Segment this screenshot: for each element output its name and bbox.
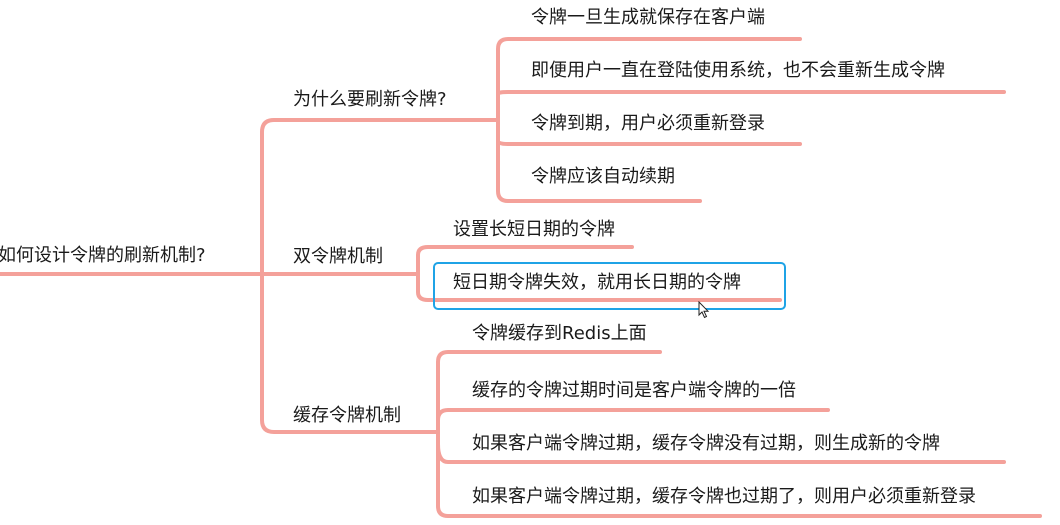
root-node[interactable]: 如何设计令牌的刷新机制? [0, 244, 206, 268]
leaf-long-short-token[interactable]: 设置长短日期的令牌 [453, 218, 615, 242]
leaf-cache-double-ttl[interactable]: 缓存的令牌过期时间是客户端令牌的一倍 [472, 379, 796, 403]
leaf-no-regenerate[interactable]: 即便用户一直在登陆使用系统，也不会重新生成令牌 [531, 59, 945, 83]
mouse-cursor-icon [698, 301, 710, 319]
leaf-token-saved-client[interactable]: 令牌一旦生成就保存在客户端 [531, 6, 765, 30]
branch-cache-token[interactable]: 缓存令牌机制 [293, 404, 401, 428]
leaf-auto-renew[interactable]: 令牌应该自动续期 [531, 165, 675, 189]
root-trunk [260, 118, 288, 276]
leaf-cache-redis[interactable]: 令牌缓存到Redis上面 [472, 322, 647, 346]
leaf-short-expire-use-long[interactable]: 短日期令牌失效，就用长日期的令牌 [453, 271, 741, 295]
leaf-client-expired-cache-valid[interactable]: 如果客户端令牌过期，缓存令牌没有过期，则生成新的令牌 [472, 432, 940, 456]
root-trunk-lower [260, 272, 288, 434]
branch-dual-token[interactable]: 双令牌机制 [293, 245, 383, 269]
leaf-expire-relogin[interactable]: 令牌到期，用户必须重新登录 [531, 112, 765, 136]
branch-why-refresh[interactable]: 为什么要刷新令牌? [293, 88, 447, 112]
leaf-both-expired-relogin[interactable]: 如果客户端令牌过期，缓存令牌也过期了，则用户必须重新登录 [472, 485, 976, 509]
